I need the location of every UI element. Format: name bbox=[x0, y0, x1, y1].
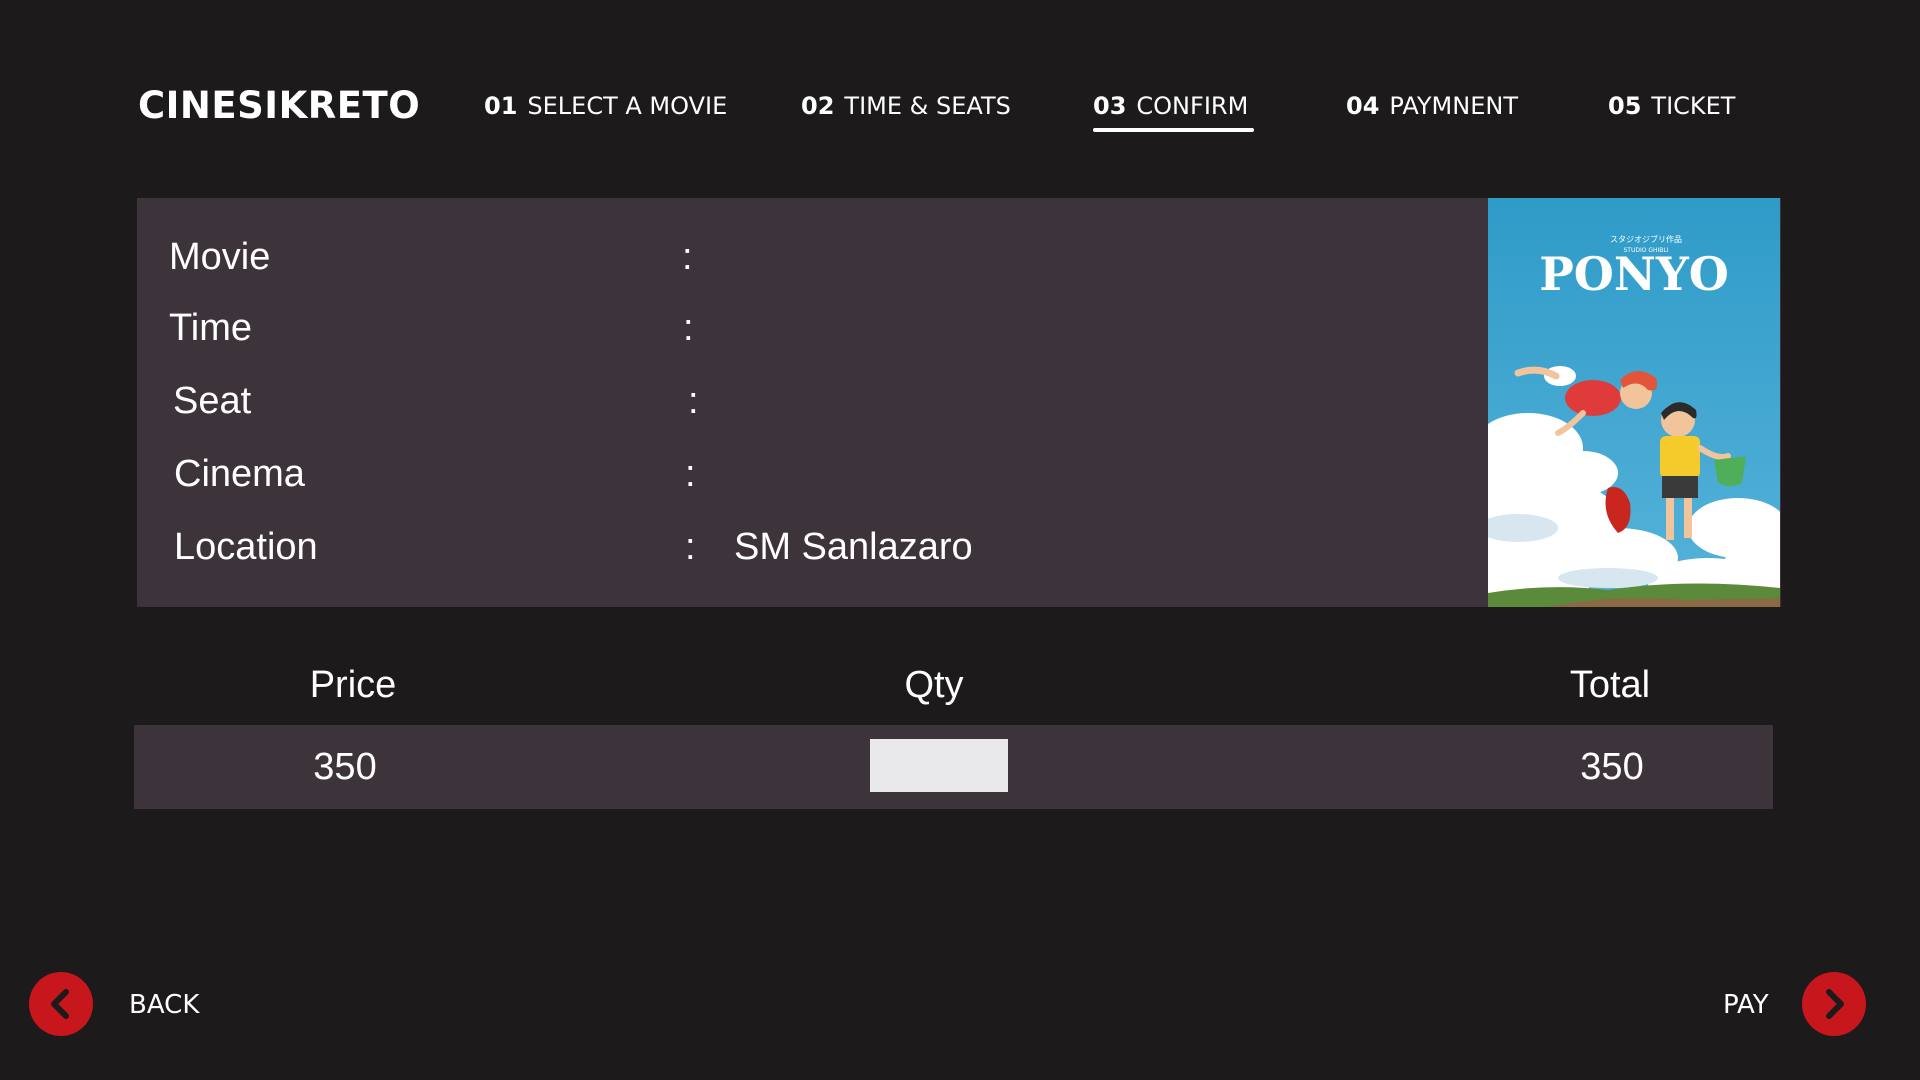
detail-colon: : bbox=[685, 452, 696, 495]
detail-label: Time bbox=[169, 306, 253, 349]
detail-row-cinema: Cinema : bbox=[137, 444, 1477, 504]
price-value: 350 bbox=[313, 746, 377, 788]
header-price: Price bbox=[309, 664, 397, 706]
detail-value-location: SM Sanlazaro bbox=[734, 525, 973, 568]
chevron-right-icon bbox=[1826, 989, 1844, 1019]
step-time-seats[interactable]: 02 TIME & SEATS bbox=[801, 92, 1011, 120]
poster-title: PONYO bbox=[1539, 247, 1729, 301]
chevron-left-icon bbox=[51, 989, 69, 1019]
poster-studio-sub: STUDIO GHIBLI bbox=[1623, 247, 1668, 254]
detail-row-movie: Movie : bbox=[137, 227, 1477, 287]
step-label: PAYMNENT bbox=[1389, 92, 1518, 120]
step-number: 04 bbox=[1346, 92, 1380, 120]
price-table-header: Price Qty Total bbox=[0, 664, 1920, 718]
detail-row-location: Location : SM Sanlazaro bbox=[137, 517, 1477, 577]
back-label[interactable]: BACK bbox=[129, 990, 199, 1020]
booking-details-panel: Movie : Time : Seat : Cinema : Location … bbox=[137, 198, 1781, 607]
detail-colon: : bbox=[685, 525, 696, 568]
step-ticket[interactable]: 05 TICKET bbox=[1608, 92, 1735, 120]
pay-button[interactable] bbox=[1802, 972, 1866, 1036]
step-label: CONFIRM bbox=[1136, 92, 1249, 120]
detail-label: Seat bbox=[173, 379, 252, 422]
detail-colon: : bbox=[682, 235, 693, 278]
detail-label: Cinema bbox=[174, 452, 305, 495]
header-total: Total bbox=[1569, 664, 1651, 706]
detail-label: Location bbox=[174, 525, 318, 568]
step-label: TICKET bbox=[1651, 92, 1736, 120]
step-number: 03 bbox=[1093, 92, 1127, 120]
header-qty: Qty bbox=[904, 664, 964, 706]
detail-row-seat: Seat : bbox=[137, 371, 1477, 431]
detail-label: Movie bbox=[169, 235, 271, 278]
step-payment[interactable]: 04 PAYMNENT bbox=[1346, 92, 1518, 120]
detail-colon: : bbox=[688, 379, 699, 422]
quantity-input[interactable] bbox=[870, 739, 1008, 792]
poster-artwork: PONYO スタジオジブリ作品 STUDIO GHIBLI bbox=[1488, 198, 1780, 607]
movie-poster: PONYO スタジオジブリ作品 STUDIO GHIBLI bbox=[1488, 198, 1780, 607]
step-label: TIME & SEATS bbox=[844, 92, 1011, 120]
back-button[interactable] bbox=[29, 972, 93, 1036]
pay-label[interactable]: PAY bbox=[1723, 990, 1769, 1020]
total-value: 350 bbox=[1580, 746, 1644, 788]
step-select-movie[interactable]: 01 SELECT A MOVIE bbox=[484, 92, 727, 120]
detail-colon: : bbox=[683, 306, 694, 349]
step-confirm[interactable]: 03 CONFIRM bbox=[1093, 92, 1255, 132]
step-number: 05 bbox=[1608, 92, 1642, 120]
detail-row-time: Time : bbox=[137, 298, 1477, 358]
price-table-row: 350 350 bbox=[134, 725, 1773, 809]
poster-studio: スタジオジブリ作品 bbox=[1610, 234, 1682, 244]
step-number: 01 bbox=[484, 92, 518, 120]
step-number: 02 bbox=[801, 92, 835, 120]
step-label: SELECT A MOVIE bbox=[527, 92, 728, 120]
progress-steps: 01 SELECT A MOVIE 02 TIME & SEATS 03 CONFIR… bbox=[0, 92, 1920, 142]
